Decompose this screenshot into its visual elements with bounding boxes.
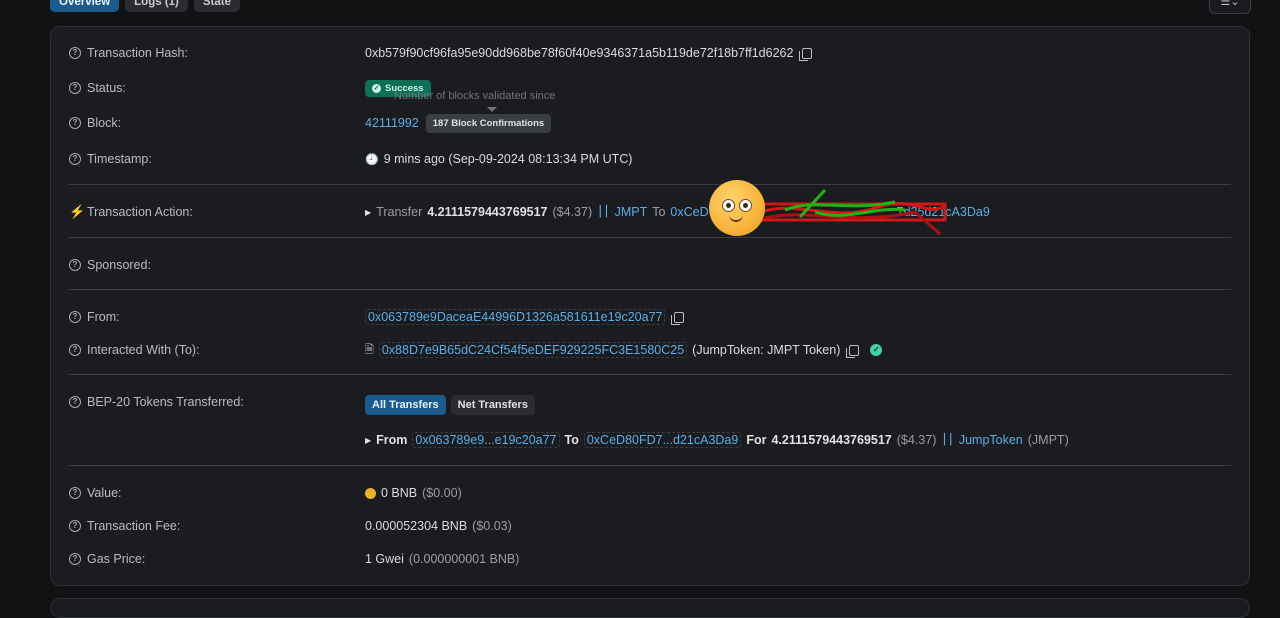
tab-logs[interactable]: Logs (1)	[125, 0, 188, 12]
list-view-icon[interactable]: ☰⌄	[1209, 0, 1251, 14]
tx-hash-row: ? Transaction Hash: 0xb579f90cf96fa95e90d…	[69, 43, 1231, 63]
redaction-scribble	[759, 188, 947, 236]
gas-label: Gas Price:	[87, 552, 146, 566]
sponsored-label: Sponsored:	[87, 258, 151, 272]
timestamp-value: 9 mins ago (Sep-09-2024 08:13:34 PM UTC)	[383, 152, 633, 166]
divider	[69, 374, 1231, 375]
tx-hash-label: Transaction Hash:	[87, 46, 188, 60]
transfer-from-link[interactable]: 0x063789e9...e19c20a77	[412, 432, 560, 448]
help-icon[interactable]: ?	[69, 520, 81, 532]
divider	[69, 465, 1231, 466]
help-icon[interactable]: ?	[69, 311, 81, 323]
token-icon: ⏐⏐	[597, 205, 610, 218]
interacted-label: Interacted With (To):	[87, 343, 200, 357]
from-row: ? From: 0x063789e9DaceaE44996D1326a581611…	[69, 307, 1231, 327]
tab-state[interactable]: State	[193, 0, 241, 12]
fee-usd: ($0.03)	[472, 519, 512, 533]
timestamp-row: ? Timestamp: 🕘 9 mins ago (Sep-09-2024 08…	[69, 149, 1231, 169]
block-number-link[interactable]: 42111992	[365, 116, 419, 130]
value-row: ? Value: 0 BNB ($0.00)	[69, 483, 1231, 503]
sponsored-row: ? Sponsored:	[69, 255, 1231, 275]
action-prefix: Transfer	[376, 205, 423, 219]
fee-label: Transaction Fee:	[87, 519, 181, 533]
lightning-icon: ⚡	[69, 204, 86, 219]
status-row: ? Status: ✓ Success	[69, 78, 1231, 98]
copy-icon[interactable]	[671, 311, 685, 325]
confirmations-badge: 187 Block Confirmations	[425, 113, 552, 133]
block-label: Block:	[87, 116, 122, 130]
gas-amount: 1 Gwei	[365, 552, 404, 566]
divider	[69, 184, 1231, 185]
contract-address-link[interactable]: 0x88D7e9B65dC24Cf54f5eDEF929225FC3E1580C…	[378, 342, 688, 358]
action-amount: 4.2111579443769517	[427, 205, 548, 219]
help-icon[interactable]: ?	[69, 47, 81, 59]
divider	[69, 289, 1231, 290]
value-usd: ($0.00)	[422, 486, 462, 500]
divider	[69, 237, 1231, 238]
action-to-address-start[interactable]: 0xCeD	[670, 205, 708, 219]
bnb-coin-icon	[365, 487, 376, 499]
fee-amount: 0.000052304 BNB	[365, 519, 468, 533]
tab-overview[interactable]: Overview	[50, 0, 120, 12]
net-transfers-tab[interactable]: Net Transfers	[450, 395, 535, 415]
bep20-transfer-line: ▶ From 0x063789e9...e19c20a77 To 0xCeD80…	[69, 430, 1231, 450]
action-token-link[interactable]: JMPT	[615, 205, 648, 219]
transaction-details-card: ? Transaction Hash: 0xb579f90cf96fa95e90d…	[50, 26, 1250, 586]
tx-action-row: ⚡ Transaction Action: ▶ Transfer 4.211157…	[69, 202, 1231, 222]
transfer-to-word: To	[564, 433, 579, 447]
gas-row: ? Gas Price: 1 Gwei (0.000000001 BNB)	[69, 549, 1231, 569]
check-icon: ✓	[372, 83, 381, 93]
transfer-for-word: For	[746, 433, 767, 447]
contract-file-icon: 🗎	[365, 343, 374, 356]
block-row: ? Block: 42111992 187 Block Confirmations	[69, 113, 1231, 133]
value-label: Value:	[87, 486, 122, 500]
clock-icon: 🕘	[365, 153, 379, 166]
gas-detail: (0.000000001 BNB)	[408, 552, 520, 566]
tab-bar: Overview Logs (1) State	[50, 0, 241, 12]
tooltip-text: Number of blocks validated since	[394, 90, 556, 102]
tx-hash-value: 0xb579f90cf96fa95e90dd968be78f60f40e9346…	[365, 46, 794, 60]
interacted-row: ? Interacted With (To): 🗎 0x88D7e9B65dC24…	[69, 340, 1231, 360]
help-icon[interactable]: ?	[69, 153, 81, 165]
bep20-label: BEP-20 Tokens Transferred:	[87, 395, 244, 409]
help-icon[interactable]: ?	[69, 259, 81, 271]
from-label: From:	[87, 310, 120, 324]
transfer-usd: ($4.37)	[896, 433, 937, 447]
caret-right-icon: ▶	[365, 207, 372, 217]
copy-icon[interactable]	[799, 47, 813, 61]
timestamp-label: Timestamp:	[87, 152, 152, 166]
help-icon[interactable]: ?	[69, 553, 81, 565]
action-to-word: To	[652, 205, 666, 219]
transfer-to-link[interactable]: 0xCeD80FD7...d21cA3Da9	[583, 432, 742, 448]
contract-name: (JumpToken: JMPT Token)	[692, 343, 841, 357]
help-icon[interactable]: ?	[69, 487, 81, 499]
transfer-from-word: From	[376, 433, 408, 447]
token-icon: ⏐⏐	[941, 433, 954, 446]
help-icon[interactable]: ?	[69, 396, 81, 408]
all-transfers-tab[interactable]: All Transfers	[365, 395, 446, 415]
tooltip-arrow	[487, 107, 497, 112]
help-icon[interactable]: ?	[69, 82, 81, 94]
caret-right-icon: ▶	[365, 435, 372, 445]
transfer-amount: 4.2111579443769517	[771, 433, 892, 447]
bep20-row: ? BEP-20 Tokens Transferred: All Transfer…	[69, 392, 1231, 415]
token-symbol: (JMPT)	[1027, 433, 1069, 447]
status-label: Status:	[87, 81, 126, 95]
verified-check-icon: ✓	[870, 344, 883, 356]
help-icon[interactable]: ?	[69, 117, 81, 129]
emoji-face-icon	[709, 180, 765, 236]
tx-action-label: Transaction Action:	[87, 205, 193, 219]
from-address-link[interactable]: 0x063789e9DaceaE44996D1326a581611e19c20a…	[365, 309, 666, 325]
token-name-link[interactable]: JumpToken	[959, 433, 1023, 447]
copy-icon[interactable]	[846, 344, 860, 358]
fee-row: ? Transaction Fee: 0.000052304 BNB ($0.03…	[69, 516, 1231, 536]
value-amount: 0 BNB	[381, 486, 418, 500]
help-icon[interactable]: ?	[69, 344, 81, 356]
more-details-card	[50, 598, 1250, 618]
action-usd: ($4.37)	[552, 205, 593, 219]
